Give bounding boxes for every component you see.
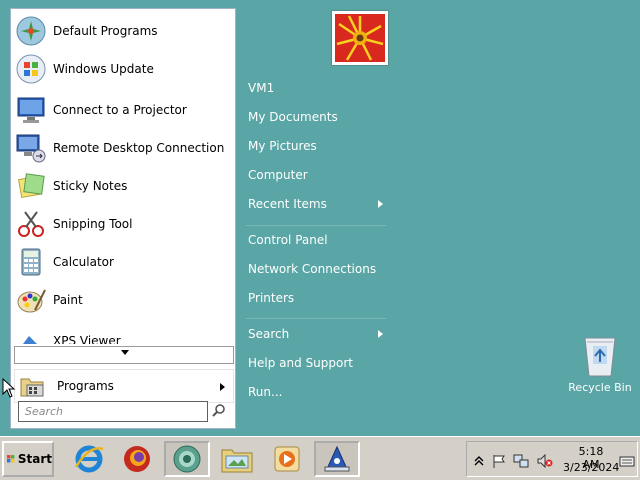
chevron-right-icon [378,200,383,208]
recycle-bin-label: Recycle Bin [568,381,632,394]
menu-my-pictures[interactable]: My Pictures [248,139,317,153]
menu-help-support[interactable]: Help and Support [248,356,353,370]
menu-separator [246,318,386,319]
taskbar-media-player[interactable] [264,441,310,477]
menu-separator [246,225,386,226]
program-windows-update[interactable]: Windows Update [15,51,233,87]
program-label: Connect to a Projector [53,103,187,117]
browser-icon [173,445,201,473]
start-button[interactable]: Start [2,441,54,477]
network-icon[interactable] [513,454,529,468]
program-xps-viewer[interactable]: XPS Viewer [15,334,233,344]
all-programs-label: Programs [57,379,114,393]
chevron-right-icon [378,330,383,338]
program-label: Snipping Tool [53,217,133,231]
menu-recent-items[interactable]: Recent Items [248,197,327,211]
recycle-bin-icon [584,337,616,377]
program-sticky-notes[interactable]: Sticky Notes [15,168,233,204]
search-icon[interactable] [211,403,227,419]
flag-icon[interactable] [491,454,507,468]
volume-muted-icon[interactable] [537,454,553,468]
program-label: Windows Update [53,62,154,76]
program-paint[interactable]: Paint [15,282,233,318]
start-menu-programs-pane: Default Programs Windows Update Connect … [10,8,236,429]
program-label: XPS Viewer [53,334,121,344]
xps-viewer-icon [23,336,37,344]
program-connect-projector[interactable]: Connect to a Projector [15,92,233,128]
taskbar-browser[interactable] [164,441,210,477]
all-programs-button[interactable]: Programs [14,369,234,403]
taskbar: Start 5:18 AM 3/23/2024 [0,436,640,480]
menu-user-folder[interactable]: VM1 [248,81,274,95]
chevron-up-icon[interactable] [471,454,487,468]
firefox-icon [124,446,150,472]
program-label: Paint [53,293,83,307]
user-avatar[interactable] [332,11,388,65]
keyboard-icon[interactable] [619,454,635,468]
projector-icon [17,97,45,123]
program-label: Calculator [53,255,114,269]
internet-explorer-icon [74,445,104,473]
taskbar-internet-explorer[interactable] [66,441,112,477]
menu-control-panel[interactable]: Control Panel [248,233,328,247]
default-programs-icon [16,16,46,46]
menu-search[interactable]: Search [248,327,289,341]
media-player-icon [274,446,300,472]
menu-printers[interactable]: Printers [248,291,294,305]
scroll-more-button[interactable] [14,346,234,364]
taskbar-file-explorer[interactable] [214,441,260,477]
menu-run[interactable]: Run... [248,385,282,399]
program-label: Remote Desktop Connection [53,141,225,155]
menu-my-documents[interactable]: My Documents [248,110,338,124]
taskbar-paint[interactable] [314,441,360,477]
explorer-icon [221,449,253,473]
menu-computer[interactable]: Computer [248,168,308,182]
snipping-tool-icon [18,211,44,237]
search-input[interactable]: Search [18,401,208,422]
calculator-icon [21,248,41,276]
program-label: Sticky Notes [53,179,128,193]
system-tray: 5:18 AM 3/23/2024 [466,441,638,477]
menu-network-connections[interactable]: Network Connections [248,262,376,276]
programs-folder-icon [20,378,44,397]
start-label: Start [17,452,52,466]
windows-update-icon [16,54,46,84]
chevron-down-icon [121,350,129,355]
recycle-bin[interactable]: Recycle Bin [568,332,632,394]
program-label: Default Programs [53,24,158,38]
program-default-programs[interactable]: Default Programs [15,13,233,49]
sticky-notes-icon [17,173,45,199]
chevron-right-icon [220,383,225,391]
clock-date[interactable]: 3/23/2024 [563,461,619,474]
remote-desktop-icon [16,134,46,163]
paint-app-icon [324,445,350,472]
program-snipping-tool[interactable]: Snipping Tool [15,206,233,242]
program-calculator[interactable]: Calculator [15,244,233,280]
windows-logo-icon [6,455,15,463]
mouse-cursor-icon [2,378,16,398]
taskbar-firefox[interactable] [114,441,160,477]
paint-icon [17,289,46,313]
program-remote-desktop[interactable]: Remote Desktop Connection [15,130,233,166]
